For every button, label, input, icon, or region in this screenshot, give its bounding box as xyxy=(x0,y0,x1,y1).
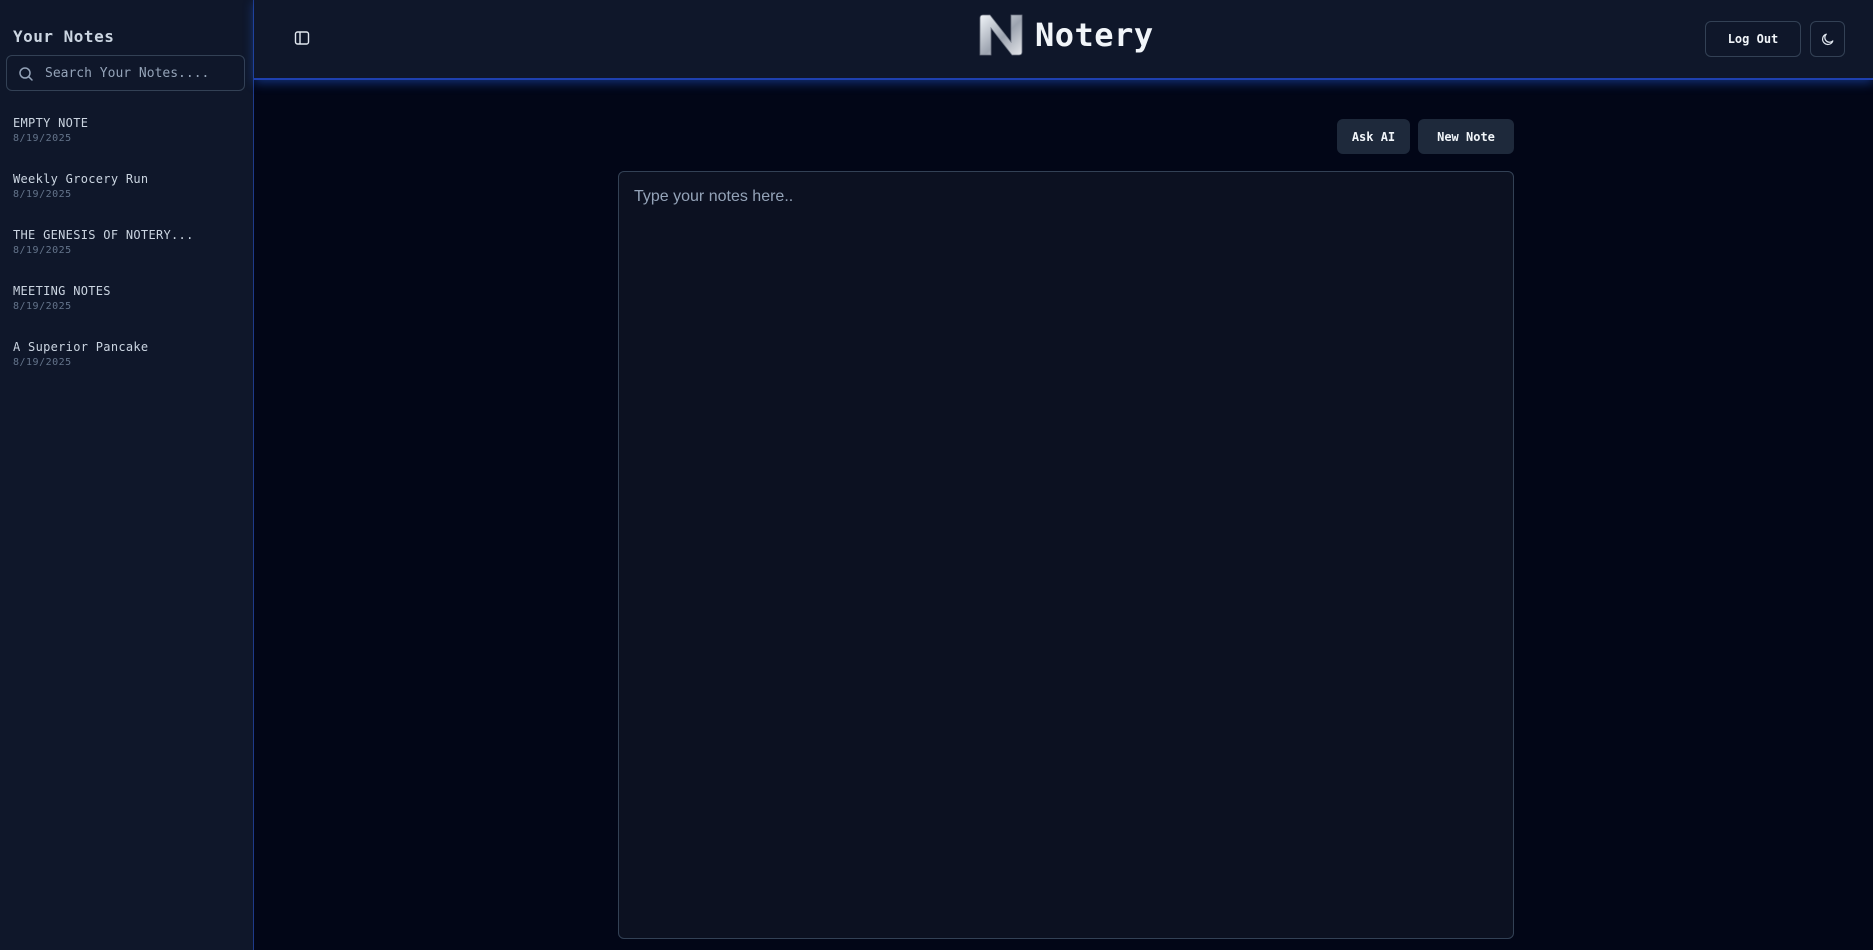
note-date: 8/19/2025 xyxy=(13,357,72,368)
note-list-item[interactable]: MEETING NOTES 8/19/2025 xyxy=(0,280,254,336)
note-title: MEETING NOTES xyxy=(13,284,111,298)
moon-icon xyxy=(1821,33,1833,46)
notery-logo-icon xyxy=(979,14,1023,56)
search-box[interactable] xyxy=(6,55,245,91)
brand-name: Notery xyxy=(1035,16,1154,54)
note-list: EMPTY NOTE 8/19/2025 Weekly Grocery Run … xyxy=(0,112,254,392)
note-date: 8/19/2025 xyxy=(13,245,72,256)
note-list-item[interactable]: THE GENESIS OF NOTERY... 8/19/2025 xyxy=(0,224,254,280)
note-editor[interactable] xyxy=(618,171,1514,939)
note-title: Weekly Grocery Run xyxy=(13,172,149,186)
note-list-item[interactable]: Weekly Grocery Run 8/19/2025 xyxy=(0,168,254,224)
logout-button[interactable]: Log Out xyxy=(1705,21,1801,57)
note-date: 8/19/2025 xyxy=(13,301,72,312)
theme-toggle-button[interactable] xyxy=(1810,21,1845,57)
note-title: THE GENESIS OF NOTERY... xyxy=(13,228,194,242)
note-list-item[interactable]: A Superior Pancake 8/19/2025 xyxy=(0,336,254,392)
note-title: A Superior Pancake xyxy=(13,340,149,354)
sidebar: Your Notes EMPTY NOTE 8/19/2025 Weekly G… xyxy=(0,0,254,950)
top-header: Notery Log Out xyxy=(254,0,1873,80)
brand-logo: Notery xyxy=(977,14,1154,56)
app: Your Notes EMPTY NOTE 8/19/2025 Weekly G… xyxy=(0,0,1873,950)
note-date: 8/19/2025 xyxy=(13,189,72,200)
search-input[interactable] xyxy=(45,56,240,90)
ask-ai-button[interactable]: Ask AI xyxy=(1337,119,1410,154)
note-date: 8/19/2025 xyxy=(13,133,72,144)
sidebar-toggle-icon[interactable] xyxy=(294,30,310,46)
note-list-item[interactable]: EMPTY NOTE 8/19/2025 xyxy=(0,112,254,168)
note-title: EMPTY NOTE xyxy=(13,116,89,130)
search-icon xyxy=(19,67,33,81)
sidebar-title: Your Notes xyxy=(13,27,115,46)
new-note-button[interactable]: New Note xyxy=(1418,119,1514,154)
